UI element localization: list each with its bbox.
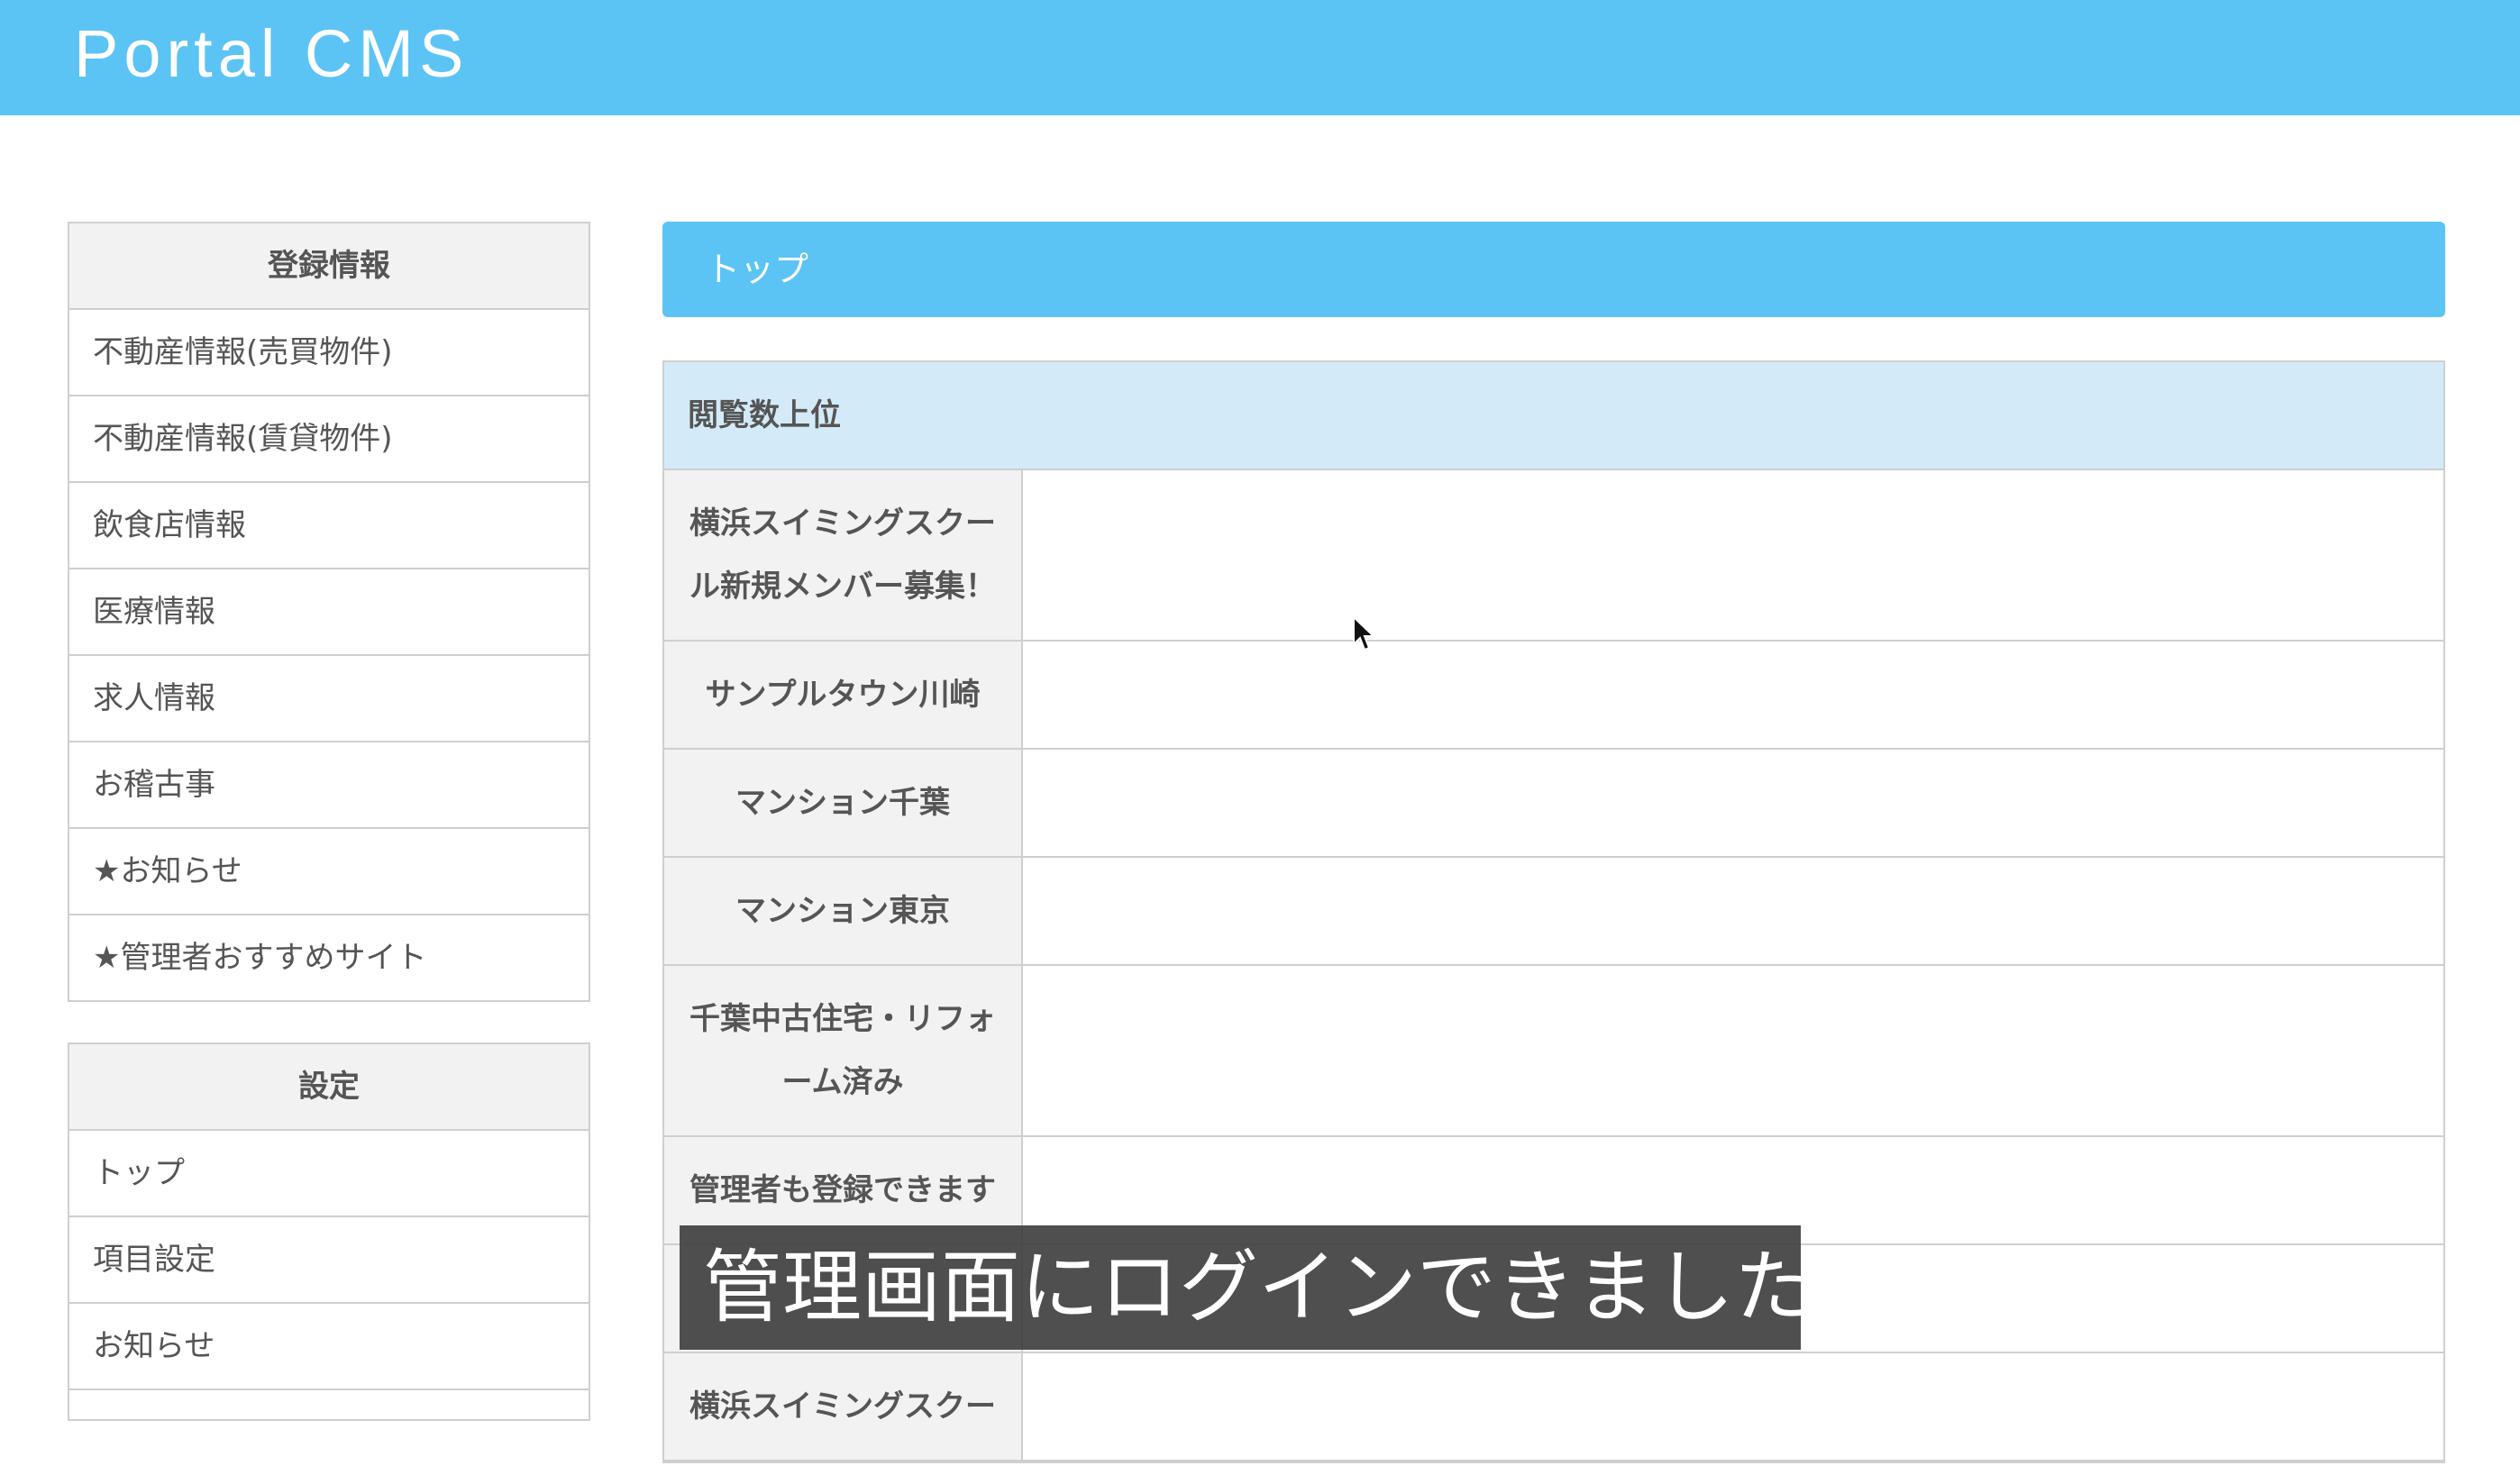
- table-row: サンプルタウン川崎: [664, 642, 2443, 750]
- table-row: マンション東京: [664, 858, 2443, 966]
- ranking-item-label[interactable]: サンプルタウン川崎: [664, 642, 1023, 748]
- sidebar-item-rental-property[interactable]: 不動産情報(賃貸物件): [69, 396, 589, 483]
- ranking-item-value: [1023, 966, 2443, 1135]
- sidebar-item-top[interactable]: トップ: [69, 1131, 589, 1217]
- registration-menu-title: 登録情報: [69, 223, 589, 310]
- table-row: 千葉中古住宅・リフォーム済み: [664, 966, 2443, 1137]
- sidebar-item-more[interactable]: [69, 1390, 589, 1475]
- ranking-item-label[interactable]: マンション東京: [664, 858, 1023, 964]
- sidebar-item-medical[interactable]: 医療情報: [69, 569, 589, 656]
- table-row: マンション千葉: [664, 750, 2443, 858]
- ranking-table-title: 閲覧数上位: [664, 362, 2443, 470]
- sidebar-item-jobs[interactable]: 求人情報: [69, 656, 589, 742]
- ranking-item-label[interactable]: 横浜スイミングスクール新規メンバー募集！: [664, 470, 1023, 640]
- ranking-item-label[interactable]: 横浜スイミングスクー: [664, 1353, 1023, 1460]
- table-row: 横浜スイミングスクー: [664, 1353, 2443, 1461]
- page-title: トップ: [706, 250, 809, 289]
- ranking-item-value: [1023, 1353, 2443, 1460]
- subtitle-overlay: 管理画面にログインできました。: [680, 1225, 1893, 1350]
- app-title[interactable]: Portal CMS: [74, 13, 469, 96]
- sidebar-item-field-settings[interactable]: 項目設定: [69, 1217, 589, 1304]
- sidebar-item-admin-recommended[interactable]: ★管理者おすすめサイト: [69, 915, 589, 1000]
- subtitle-text: 管理画面にログインできました。: [703, 1241, 1894, 1334]
- registration-menu: 登録情報 不動産情報(売買物件) 不動産情報(賃貸物件) 飲食店情報 医療情報 …: [68, 222, 590, 1002]
- ranking-item-value: [1023, 642, 2443, 748]
- ranking-item-label[interactable]: マンション千葉: [664, 750, 1023, 856]
- app-header: Portal CMS: [0, 0, 2520, 115]
- settings-menu-title: 設定: [69, 1044, 589, 1131]
- sidebar-item-lessons[interactable]: お稽古事: [69, 742, 589, 829]
- sidebar-item-restaurant[interactable]: 飲食店情報: [69, 483, 589, 569]
- sidebar-item-settings-news[interactable]: お知らせ: [69, 1304, 589, 1390]
- sidebar-item-news[interactable]: ★お知らせ: [69, 829, 589, 915]
- settings-menu: 設定 トップ 項目設定 お知らせ: [68, 1043, 590, 1421]
- ranking-item-label[interactable]: 千葉中古住宅・リフォーム済み: [664, 966, 1023, 1135]
- ranking-item-value: [1023, 750, 2443, 856]
- table-row: 横浜スイミングスクール新規メンバー募集！: [664, 470, 2443, 642]
- sidebar-item-sale-property[interactable]: 不動産情報(売買物件): [69, 310, 589, 396]
- ranking-item-value: [1023, 858, 2443, 964]
- page-title-bar: トップ: [662, 222, 2445, 317]
- ranking-item-value: [1023, 470, 2443, 640]
- mouse-cursor-icon: [1353, 615, 1376, 651]
